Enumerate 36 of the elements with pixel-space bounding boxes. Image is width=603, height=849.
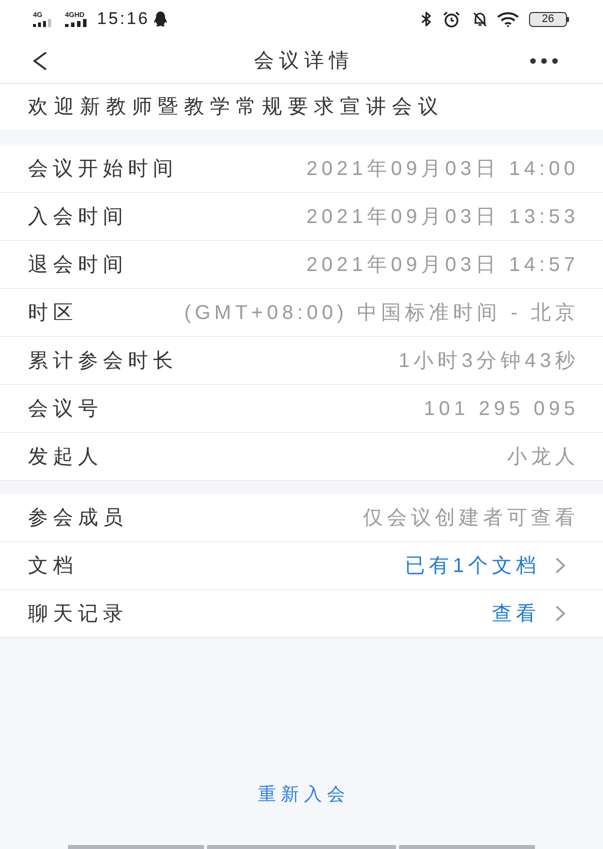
meeting-title: 欢迎新教师暨教学常规要求宣讲会议 — [28, 95, 444, 120]
chevron-right-icon — [555, 605, 566, 622]
signal-icon — [65, 18, 87, 26]
alarm-clock-icon — [443, 10, 460, 28]
row-value: 2021年09月03日 14:57 — [306, 252, 579, 278]
row-label: 聊天记录 — [28, 602, 128, 626]
row-label: 入会时间 — [28, 204, 128, 230]
row-link[interactable]: 查看 — [492, 600, 540, 626]
row-value: (GMT+08:00) 中国标准时间 - 北京 — [184, 300, 579, 326]
wifi-icon — [497, 12, 519, 26]
bluetooth-icon — [421, 11, 432, 27]
rejoin-button[interactable]: 重新入会 — [254, 780, 354, 808]
page-title: 会议详情 — [254, 48, 354, 74]
penguin-icon — [152, 11, 168, 27]
more-icon[interactable] — [530, 58, 558, 64]
row-label: 会议开始时间 — [28, 156, 178, 182]
row-value: 2021年09月03日 13:53 — [306, 204, 579, 230]
row-label: 参会成员 — [28, 506, 128, 530]
row-label: 会议号 — [28, 396, 103, 422]
row-value: 2021年09月03日 14:00 — [306, 156, 579, 182]
row-value: 仅会议创建者可查看 — [363, 506, 579, 530]
battery-percentage: 26 — [542, 14, 554, 24]
row-label: 文档 — [28, 554, 78, 578]
row-link[interactable]: 已有1个文档 — [404, 552, 540, 578]
muted-bell-icon — [472, 11, 488, 27]
row-value: 小龙人 — [507, 444, 579, 470]
chevron-right-icon — [555, 557, 566, 574]
clock-time: 15:16 — [97, 9, 150, 29]
row-value: 1小时3分钟43秒 — [398, 348, 579, 374]
signal-icon — [33, 18, 53, 26]
row-label: 退会时间 — [28, 252, 128, 278]
row-label: 发起人 — [28, 444, 103, 470]
row-value: 101 295 095 — [424, 396, 579, 422]
row-label: 累计参会时长 — [28, 348, 178, 374]
row-label: 时区 — [28, 300, 78, 326]
back-icon[interactable] — [32, 50, 48, 70]
